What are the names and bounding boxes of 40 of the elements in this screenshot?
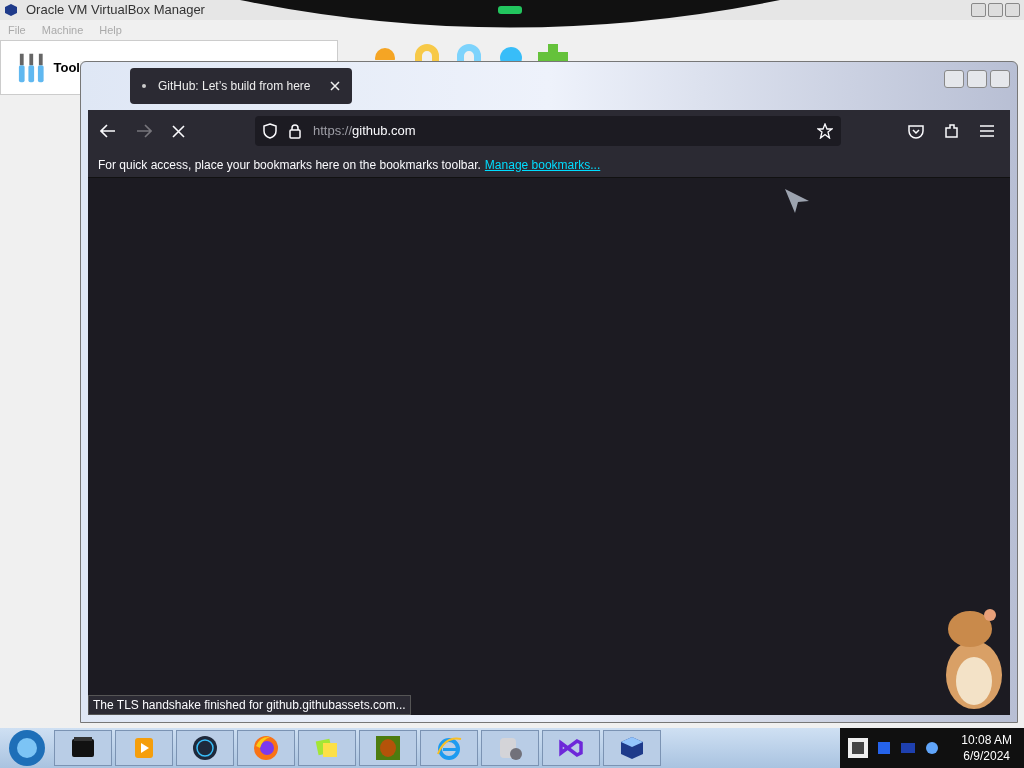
cube-icon <box>4 3 18 17</box>
globe-icon <box>191 734 219 762</box>
back-arrow-icon[interactable] <box>100 124 116 138</box>
minimize-button[interactable] <box>971 3 986 17</box>
menu-icon[interactable] <box>980 125 994 137</box>
stop-icon[interactable] <box>172 124 185 138</box>
clock-time[interactable]: 10:08 AM <box>961 732 1012 748</box>
app-logo-icon <box>848 738 868 758</box>
maximize-button[interactable] <box>967 70 987 88</box>
cube-icon <box>618 734 646 762</box>
close-button[interactable] <box>990 70 1010 88</box>
bookmarks-hint: For quick access, place your bookmarks here on the bookmarks toolbar. <box>98 156 481 174</box>
taskbar-button[interactable] <box>603 730 661 766</box>
tab-title: GitHub: Let’s build from here <box>158 78 311 95</box>
taskbar-button[interactable] <box>54 730 112 766</box>
taskbar-button[interactable] <box>176 730 234 766</box>
window-title: Oracle VM VirtualBox Manager <box>26 1 205 20</box>
close-icon[interactable] <box>330 81 340 91</box>
url-text: https://github.com <box>313 122 416 141</box>
browser-tab[interactable]: GitHub: Let’s build from here <box>130 68 352 104</box>
fox-globe-icon <box>252 734 280 762</box>
clock-date[interactable]: 6/9/2024 <box>963 748 1010 764</box>
animal-box-icon <box>374 734 402 762</box>
manage-bookmarks-link[interactable]: Manage bookmarks... <box>484 155 601 174</box>
pocket-icon[interactable] <box>908 123 924 139</box>
restore-button[interactable] <box>988 3 1003 17</box>
forward-arrow-icon[interactable] <box>136 124 152 138</box>
tools-panel[interactable]: Tool <box>0 40 80 95</box>
status-text: The TLS handshake finished for github.githubassets.com... <box>93 697 406 714</box>
tools-label: Tool <box>53 58 80 77</box>
start-orb-icon[interactable] <box>8 729 46 767</box>
address-bar[interactable]: https://github.com <box>255 116 841 146</box>
shield-icon <box>263 123 277 139</box>
dot-icon <box>142 84 146 88</box>
star-icon[interactable] <box>817 123 833 139</box>
cursor-icon <box>784 188 810 214</box>
lock-icon <box>289 123 301 139</box>
puzzle-icon[interactable] <box>944 123 960 139</box>
close-button[interactable] <box>1005 3 1020 17</box>
minimize-button[interactable] <box>944 70 964 88</box>
